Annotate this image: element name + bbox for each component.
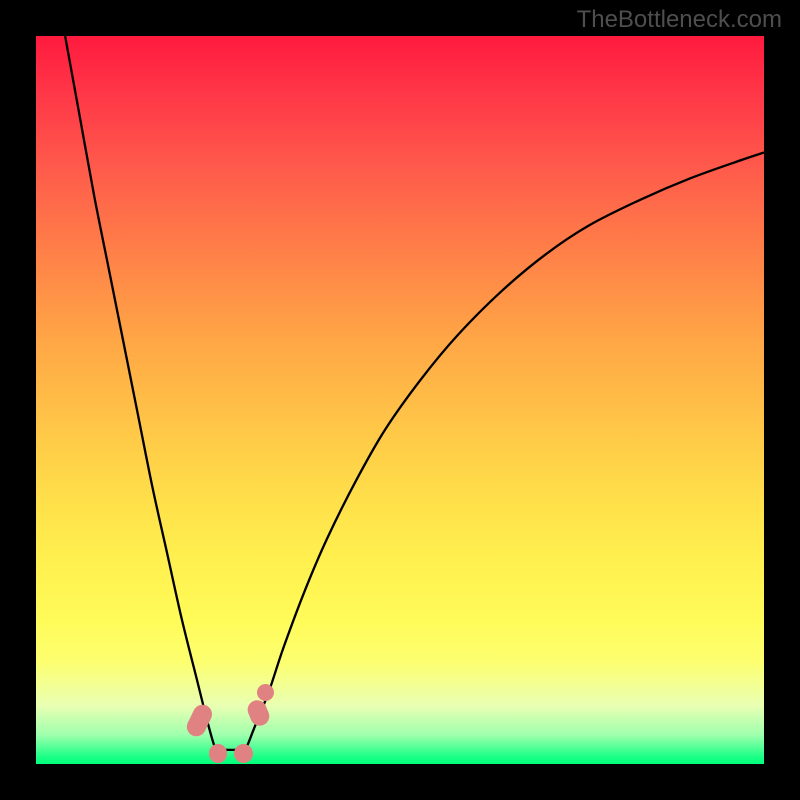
plot-area <box>36 36 764 764</box>
data-blob <box>184 701 215 739</box>
watermark-text: TheBottleneck.com <box>577 6 782 34</box>
data-blob <box>244 697 271 728</box>
data-blob <box>209 744 228 763</box>
data-blob <box>234 744 253 763</box>
data-blobs-layer <box>36 36 764 764</box>
data-blob <box>257 684 274 701</box>
